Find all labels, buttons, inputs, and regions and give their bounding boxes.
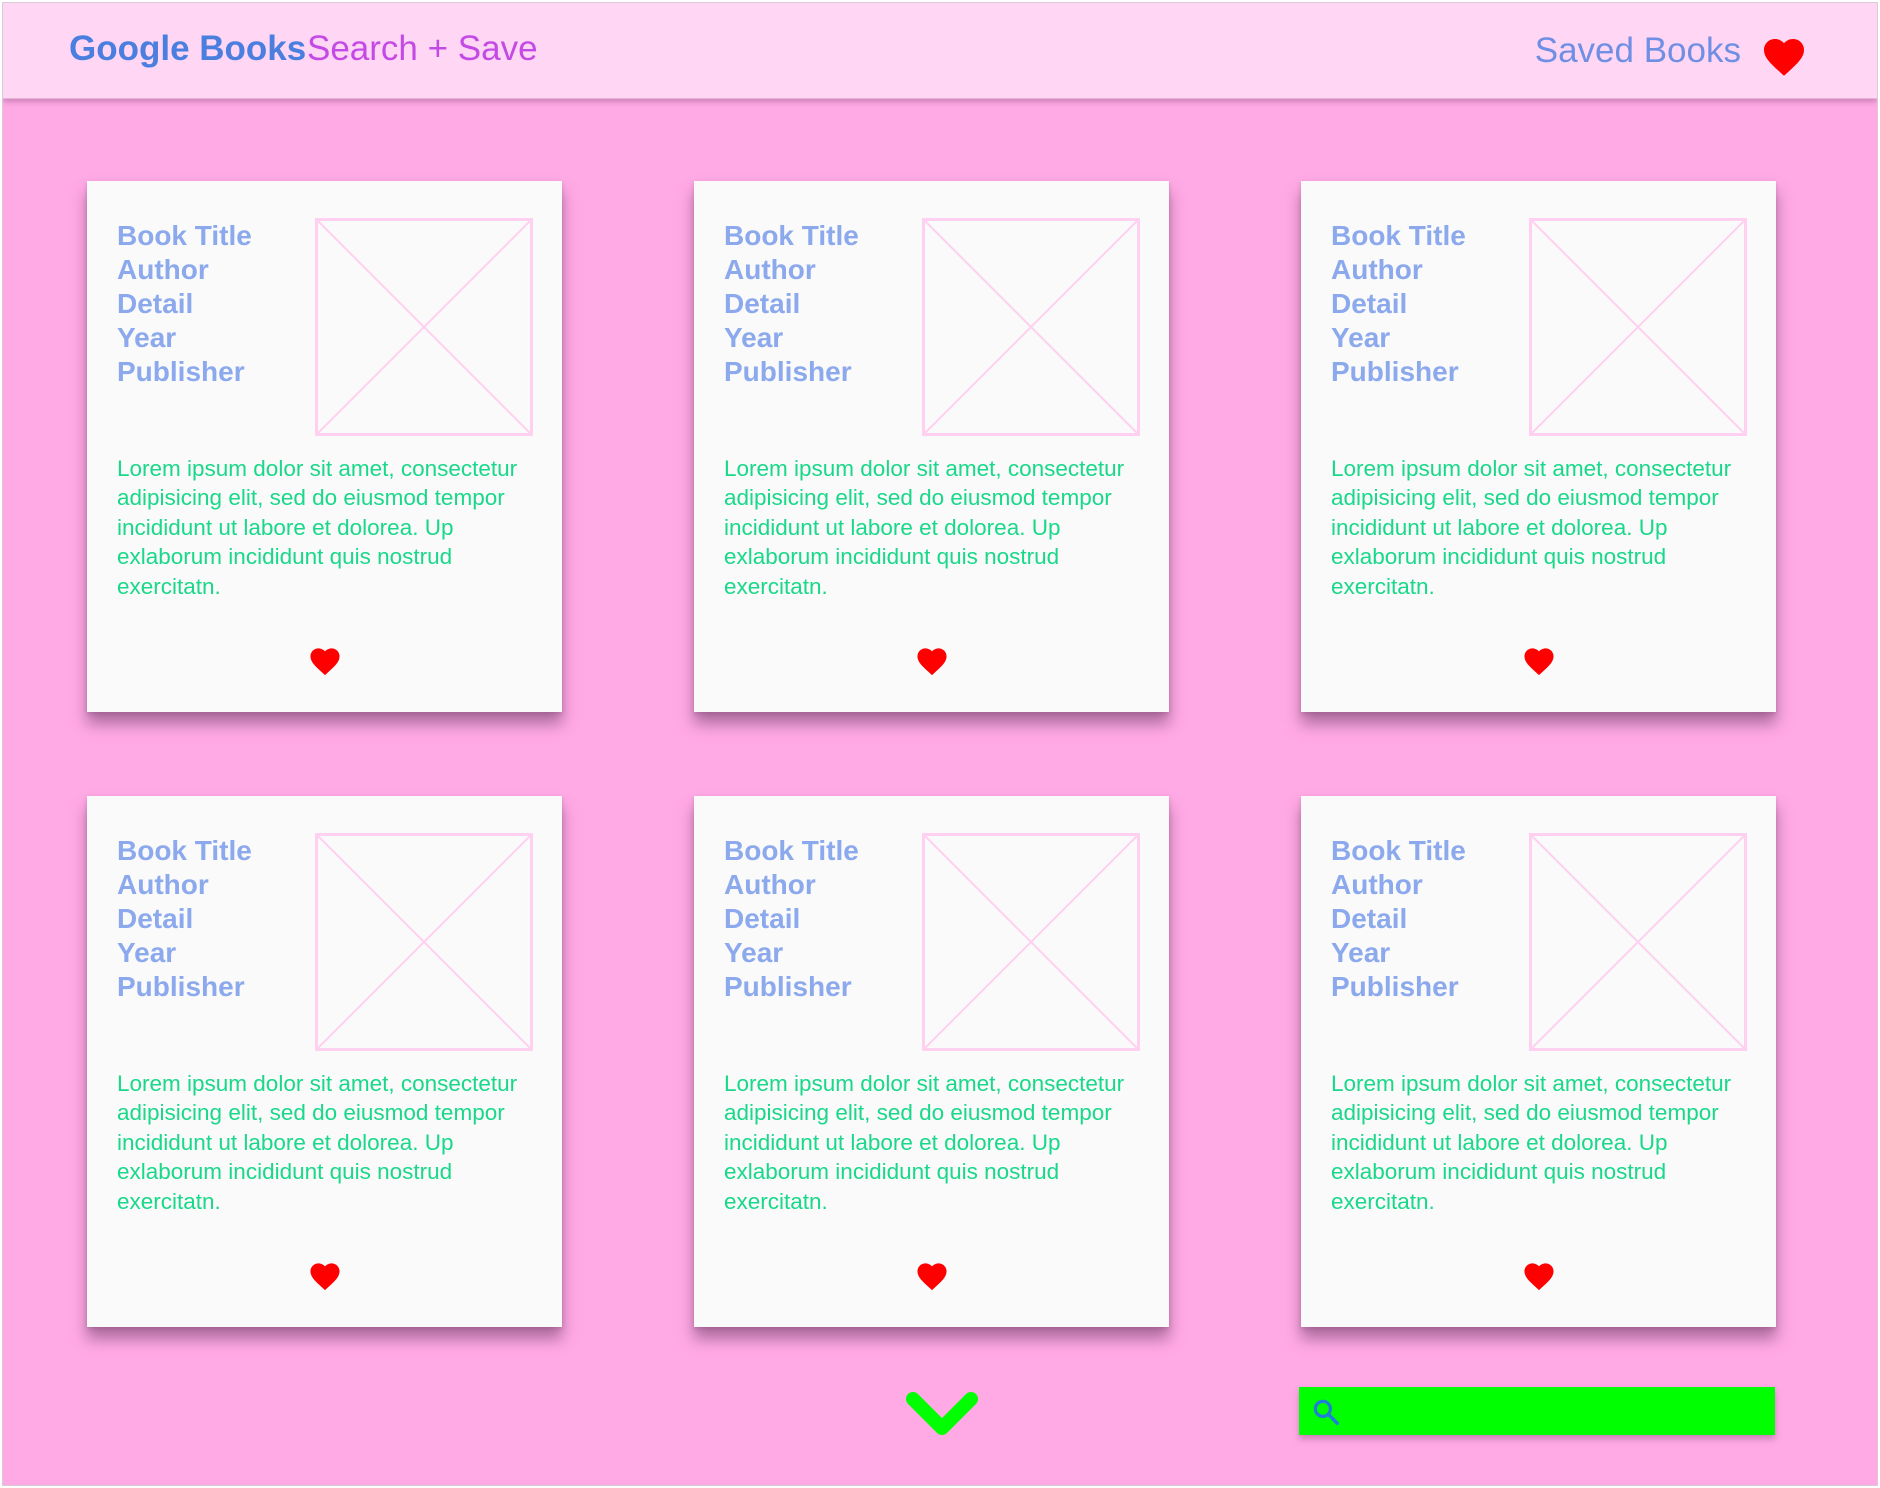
book-detail: Detail [1331,288,1408,319]
book-cover-placeholder [922,218,1140,436]
book-author: Author [724,254,816,285]
book-title[interactable]: Book Title [1331,834,1466,868]
heart-icon[interactable] [1521,1259,1557,1291]
book-publisher: Publisher [724,971,852,1002]
book-publisher: Publisher [724,356,852,387]
brand-logo[interactable]: Google Books [69,29,306,69]
book-meta: Book Title Author Detail Year Publisher [724,219,859,389]
book-publisher: Publisher [1331,971,1459,1002]
book-meta: Book Title Author Detail Year Publisher [117,834,252,1004]
book-detail: Detail [117,903,194,934]
book-author: Author [1331,869,1423,900]
book-title[interactable]: Book Title [1331,219,1466,253]
book-publisher: Publisher [117,356,245,387]
book-meta: Book Title Author Detail Year Publisher [1331,219,1466,389]
book-description: Lorem ipsum dolor sit amet, consectetur … [1331,456,1732,599]
book-description: Lorem ipsum dolor sit amet, consectetur … [117,1071,518,1214]
saved-books-link[interactable]: Saved Books [1535,31,1741,71]
book-author: Author [117,254,209,285]
book-card: Book Title Author Detail Year Publisher … [87,181,562,712]
book-detail: Detail [1331,903,1408,934]
book-author: Author [117,869,209,900]
heart-icon[interactable] [1759,33,1809,77]
heart-icon[interactable] [307,644,343,676]
search-bar[interactable] [1299,1387,1775,1435]
book-description: Lorem ipsum dolor sit amet, consectetur … [1331,1071,1732,1214]
book-detail: Detail [724,903,801,934]
heart-icon[interactable] [914,1259,950,1291]
book-year: Year [724,937,784,968]
book-title[interactable]: Book Title [724,834,859,868]
book-meta: Book Title Author Detail Year Publisher [1331,834,1466,1004]
book-publisher: Publisher [117,971,245,1002]
book-cover-placeholder [1529,833,1747,1051]
book-year: Year [1331,322,1391,353]
book-description: Lorem ipsum dolor sit amet, consectetur … [724,1071,1125,1214]
book-year: Year [1331,937,1391,968]
book-description: Lorem ipsum dolor sit amet, consectetur … [117,456,518,599]
book-meta: Book Title Author Detail Year Publisher [117,219,252,389]
book-title[interactable]: Book Title [117,834,252,868]
app-window: Google Books Search + Save Saved Books B… [2,2,1878,1486]
heart-icon[interactable] [914,644,950,676]
book-cover-placeholder [315,218,533,436]
book-author: Author [1331,254,1423,285]
top-bar: Google Books Search + Save Saved Books [3,3,1877,99]
book-year: Year [724,322,784,353]
heart-icon[interactable] [307,1259,343,1291]
book-cover-placeholder [1529,218,1747,436]
book-cover-placeholder [315,833,533,1051]
search-input[interactable] [1349,1387,1769,1435]
book-card: Book Title Author Detail Year Publisher … [1301,181,1776,712]
book-publisher: Publisher [1331,356,1459,387]
book-title[interactable]: Book Title [724,219,859,253]
heart-icon[interactable] [1521,644,1557,676]
chevron-down-icon[interactable] [905,1390,979,1440]
book-card: Book Title Author Detail Year Publisher … [694,796,1169,1327]
book-description: Lorem ipsum dolor sit amet, consectetur … [724,456,1125,599]
book-detail: Detail [724,288,801,319]
book-card: Book Title Author Detail Year Publisher … [87,796,562,1327]
book-meta: Book Title Author Detail Year Publisher [724,834,859,1004]
tagline: Search + Save [307,29,538,68]
book-year: Year [117,322,177,353]
book-card: Book Title Author Detail Year Publisher … [1301,796,1776,1327]
book-author: Author [724,869,816,900]
book-title[interactable]: Book Title [117,219,252,253]
book-detail: Detail [117,288,194,319]
book-cover-placeholder [922,833,1140,1051]
search-icon [1313,1399,1339,1425]
book-year: Year [117,937,177,968]
book-card: Book Title Author Detail Year Publisher … [694,181,1169,712]
